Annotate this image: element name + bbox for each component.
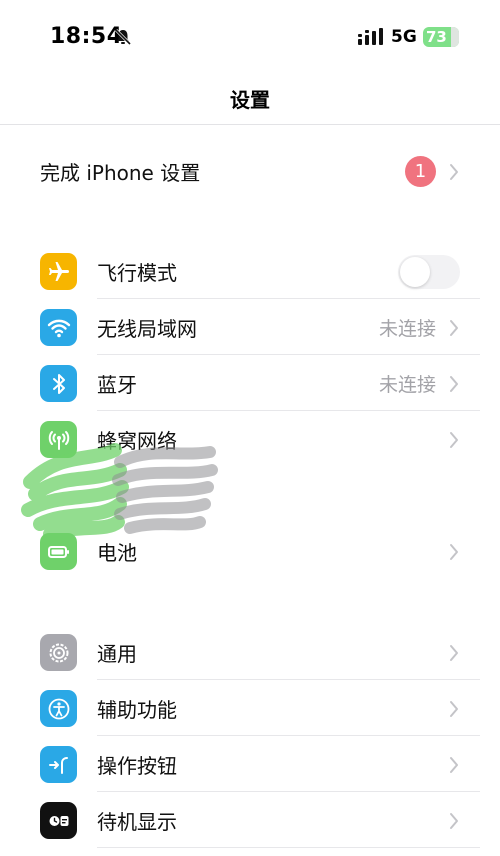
airplane-icon	[40, 253, 77, 290]
battery-row[interactable]: 电池	[0, 523, 500, 579]
chevron-right-icon	[450, 544, 458, 560]
battery-label: 电池	[97, 541, 137, 565]
battery-icon	[40, 533, 77, 570]
battery-percent: 73	[426, 28, 447, 46]
airplane-mode-label: 飞行模式	[97, 261, 177, 285]
chevron-right-icon	[450, 701, 458, 717]
chevron-right-icon	[450, 164, 458, 180]
notification-badge: 1	[405, 156, 436, 187]
chevron-right-icon	[450, 813, 458, 829]
bluetooth-label: 蓝牙	[97, 373, 137, 397]
airplane-mode-toggle[interactable]	[398, 255, 460, 289]
chevron-right-icon	[450, 432, 458, 448]
silent-bell-icon	[114, 28, 132, 46]
network-type: 5G	[391, 27, 417, 47]
bluetooth-icon	[40, 365, 77, 402]
wifi-icon	[40, 309, 77, 346]
chevron-right-icon	[450, 645, 458, 661]
action-button-label: 操作按钮	[97, 754, 177, 778]
chevron-right-icon	[450, 320, 458, 336]
action-button-row[interactable]: 操作按钮	[0, 736, 500, 792]
chevron-right-icon	[450, 757, 458, 773]
row-divider	[97, 847, 480, 848]
airplane-mode-row: 飞行模式	[0, 243, 500, 299]
signal-icon	[358, 28, 383, 45]
general-row[interactable]: 通用	[0, 624, 500, 680]
wifi-label: 无线局域网	[97, 317, 197, 341]
finish-setup-row[interactable]: 完成 iPhone 设置 1	[0, 143, 500, 199]
finish-setup-label: 完成 iPhone 设置	[40, 161, 201, 185]
bluetooth-row[interactable]: 蓝牙 未连接	[0, 355, 500, 411]
wifi-row[interactable]: 无线局域网 未连接	[0, 299, 500, 355]
action-button-icon	[40, 746, 77, 783]
standby-icon	[40, 802, 77, 839]
battery-indicator: 73	[423, 27, 459, 47]
status-time: 18:54	[50, 24, 123, 49]
general-label: 通用	[97, 642, 137, 666]
wifi-status: 未连接	[378, 318, 436, 340]
status-bar: 18:54 5G 73	[0, 0, 500, 70]
gear-icon	[40, 634, 77, 671]
page-title: 设置	[230, 88, 270, 112]
accessibility-row[interactable]: 辅助功能	[0, 680, 500, 736]
accessibility-icon	[40, 690, 77, 727]
standby-row[interactable]: 待机显示	[0, 792, 500, 848]
toggle-knob	[400, 257, 430, 287]
accessibility-label: 辅助功能	[97, 698, 177, 722]
bluetooth-status: 未连接	[378, 374, 436, 396]
nav-divider	[0, 124, 500, 125]
chevron-right-icon	[450, 376, 458, 392]
standby-label: 待机显示	[97, 810, 177, 834]
